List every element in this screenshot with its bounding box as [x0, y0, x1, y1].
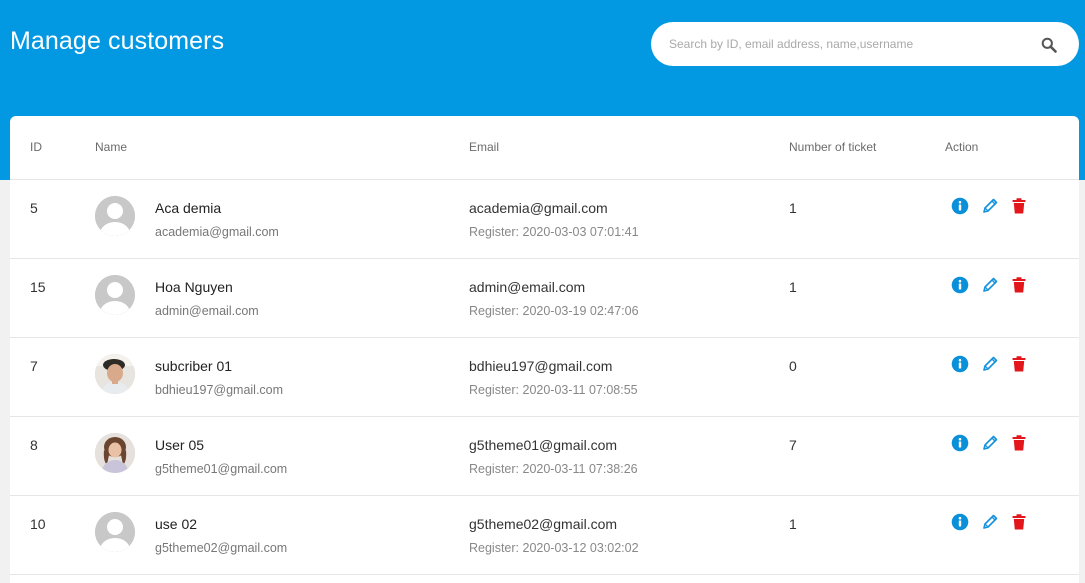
customer-email: g5theme01@gmail.com	[469, 437, 618, 453]
pencil-icon[interactable]	[981, 355, 999, 373]
table-header: ID Name Email Number of ticket Action	[10, 116, 1079, 180]
avatar	[95, 512, 135, 552]
trash-icon[interactable]	[1010, 276, 1028, 294]
table-row: 5 Aca demia academia@gmail.com academia@gma…	[10, 180, 1079, 259]
customer-id: 7	[30, 358, 38, 374]
pencil-icon[interactable]	[981, 276, 999, 294]
register-date: Register: 2020-03-11 07:38:26	[469, 462, 638, 476]
customer-email: bdhieu197@gmail.com	[469, 358, 613, 374]
customers-table: ID Name Email Number of ticket Action 5 A…	[10, 116, 1079, 583]
table-row: 8 User 05 g5theme01@gmail.com g5theme01@gma…	[10, 417, 1079, 496]
header-email: Email	[469, 140, 500, 154]
ticket-count: 1	[789, 200, 797, 216]
info-icon[interactable]	[951, 197, 969, 215]
header-id: ID	[30, 140, 42, 154]
info-icon[interactable]	[951, 355, 969, 373]
customer-name: Hoa Nguyen	[155, 279, 233, 295]
customer-username: bdhieu197@gmail.com	[155, 383, 284, 397]
ticket-count: 7	[789, 437, 797, 453]
customer-email: admin@email.com	[469, 279, 586, 295]
customer-email: g5theme02@gmail.com	[469, 516, 618, 532]
customer-id: 10	[30, 516, 46, 532]
customer-name: User 05	[155, 437, 205, 453]
customer-username: academia@gmail.com	[155, 225, 279, 239]
search-input[interactable]	[669, 22, 1029, 66]
customer-id: 8	[30, 437, 38, 453]
customer-id: 5	[30, 200, 38, 216]
trash-icon[interactable]	[1010, 434, 1028, 452]
register-date: Register: 2020-03-11 07:08:55	[469, 383, 638, 397]
customer-name: use 02	[155, 516, 198, 532]
avatar	[95, 275, 135, 315]
trash-icon[interactable]	[1010, 355, 1028, 373]
table-row: 15 Hoa Nguyen admin@email.com admin@email.c…	[10, 259, 1079, 338]
customer-name: subcriber 01	[155, 358, 233, 374]
ticket-count: 1	[789, 516, 797, 532]
pencil-icon[interactable]	[981, 513, 999, 531]
ticket-count: 1	[789, 279, 797, 295]
customer-email: academia@gmail.com	[469, 200, 608, 216]
customer-name: Aca demia	[155, 200, 222, 216]
header-tickets: Number of ticket	[789, 140, 877, 154]
info-icon[interactable]	[951, 434, 969, 452]
trash-icon[interactable]	[1010, 197, 1028, 215]
table-row: 10 use 02 g5theme02@gmail.com g5theme02@gma…	[10, 496, 1079, 575]
customer-username: g5theme02@gmail.com	[155, 541, 288, 555]
customer-username: g5theme01@gmail.com	[155, 462, 288, 476]
info-icon[interactable]	[951, 276, 969, 294]
avatar	[95, 196, 135, 236]
trash-icon[interactable]	[1010, 513, 1028, 531]
customer-id: 15	[30, 279, 46, 295]
avatar	[95, 354, 135, 394]
info-icon[interactable]	[951, 513, 969, 531]
pencil-icon[interactable]	[981, 434, 999, 452]
search-box	[651, 22, 1079, 66]
header-action: Action	[945, 140, 979, 154]
table-row: 7 subcriber 01 bdhieu197@gmail.com bdhieu19…	[10, 338, 1079, 417]
register-date: Register: 2020-03-12 03:02:02	[469, 541, 639, 555]
register-date: Register: 2020-03-19 02:47:06	[469, 304, 639, 318]
page-title: Manage customers	[10, 27, 225, 55]
ticket-count: 0	[789, 358, 797, 374]
header-name: Name	[95, 140, 128, 154]
avatar	[95, 433, 135, 473]
pencil-icon[interactable]	[981, 197, 999, 215]
search-icon[interactable]	[1041, 37, 1057, 53]
register-date: Register: 2020-03-03 07:01:41	[469, 225, 639, 239]
customer-username: admin@email.com	[155, 304, 259, 318]
